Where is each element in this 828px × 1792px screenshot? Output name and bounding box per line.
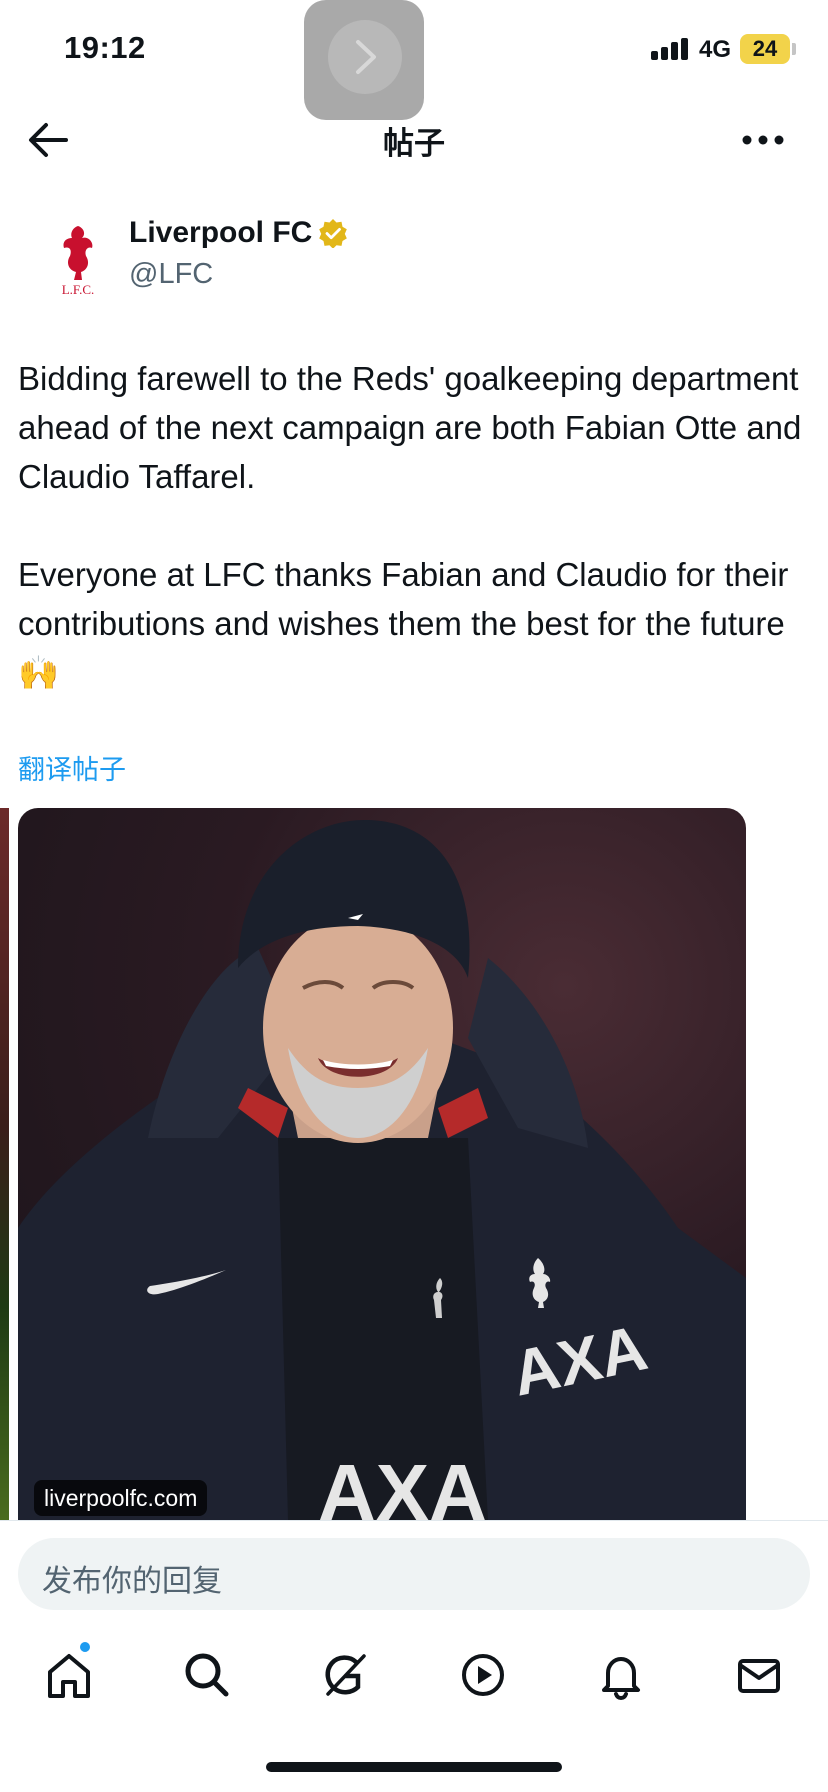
signal-icon [651,38,691,60]
divider [0,1520,828,1521]
top-nav: 帖子 [0,100,828,180]
previous-media-peek[interactable] [0,808,9,1520]
chevron-right-icon [328,20,402,94]
tab-notifications[interactable] [592,1646,650,1704]
image-source-badge: liverpoolfc.com [34,1480,208,1516]
reply-input[interactable]: 发布你的回复 [18,1538,810,1610]
search-icon [185,1653,229,1697]
svg-text:AXA: AXA [318,1448,487,1520]
status-bar: 19:12 4G 24 [0,0,828,120]
tab-messages[interactable] [730,1646,788,1704]
tab-grok[interactable] [316,1646,374,1704]
verified-badge-icon [319,219,348,248]
network-type: 4G [699,36,732,63]
status-time: 19:12 [64,30,146,65]
avatar-label: L.F.C. [62,282,95,297]
post-paragraph-1: Bidding farewell to the Reds' goalkeepin… [18,360,811,495]
home-indicator[interactable] [266,1762,562,1772]
coach-photo-illustration: AXA AXA [18,819,746,1520]
post-image[interactable]: AXA AXA liverpoolfc.com [18,808,746,1520]
tab-home[interactable] [40,1646,98,1704]
home-unread-dot [80,1642,90,1652]
author-name[interactable]: Liverpool FC [129,216,312,250]
bell-icon [602,1657,640,1701]
author-name-row[interactable]: Liverpool FC [129,216,348,250]
post-text: Bidding farewell to the Reds' goalkeepin… [18,354,818,697]
home-icon [48,1654,90,1698]
avatar[interactable]: L.F.C. [26,208,130,312]
battery-level: 24 [740,34,790,64]
more-horizontal-icon[interactable] [738,124,788,156]
grok-icon [325,1654,366,1696]
translate-post-link[interactable]: 翻译帖子 [18,748,126,787]
post-paragraph-2: Everyone at LFC thanks Fabian and Claudi… [18,556,798,691]
battery-tip [792,43,796,55]
bottom-tab-bar [0,1632,828,1722]
page-title: 帖子 [383,126,445,161]
mail-icon [738,1659,780,1693]
tab-search[interactable] [178,1646,236,1704]
author-handle[interactable]: @LFC [129,258,213,291]
tab-video[interactable] [454,1646,512,1704]
play-icon [462,1654,504,1696]
reply-placeholder: 发布你的回复 [42,1565,222,1598]
